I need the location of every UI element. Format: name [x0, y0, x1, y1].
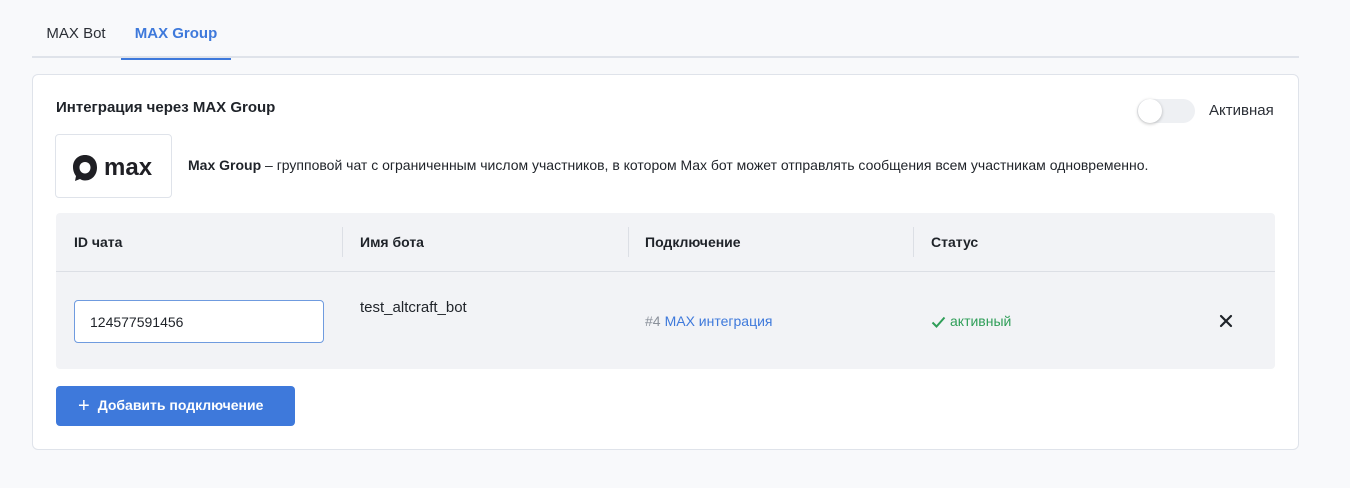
- max-logo-icon: max: [73, 154, 153, 181]
- check-icon: [931, 316, 946, 328]
- table-header: ID чата Имя бота Подключение Статус: [56, 213, 1275, 272]
- card-title: Интеграция через MAX Group: [56, 99, 276, 116]
- active-toggle-label: Активная: [1209, 102, 1274, 119]
- plus-icon: +: [78, 394, 90, 417]
- connection-cell: #4 MAX интеграция: [645, 313, 773, 329]
- add-connection-label: Добавить подключение: [97, 396, 264, 413]
- description-text: – групповой чат с ограниченным числом уч…: [261, 157, 1149, 173]
- add-connection-button[interactable]: + Добавить подключение: [56, 386, 295, 426]
- bot-name-cell: test_altcraft_bot: [360, 299, 467, 316]
- tab-bar: MAX Bot MAX Group: [32, 0, 1299, 60]
- integration-card: Интеграция через MAX Group Активная max …: [32, 74, 1299, 450]
- status-text: активный: [950, 313, 1012, 329]
- column-header-connection: Подключение: [645, 234, 741, 250]
- description-bold: Max Group: [188, 157, 262, 173]
- connection-link[interactable]: MAX интеграция: [665, 313, 773, 329]
- tab-max-group[interactable]: MAX Group: [121, 0, 231, 60]
- chat-id-input[interactable]: [74, 300, 324, 343]
- column-header-status: Статус: [931, 234, 979, 250]
- delete-row-button[interactable]: [1219, 314, 1233, 328]
- svg-text:max: max: [104, 154, 153, 181]
- column-header-chat-id: ID чата: [74, 234, 123, 250]
- status-cell: активный: [931, 313, 1011, 329]
- toggle-knob: [1138, 99, 1162, 123]
- connections-table: ID чата Имя бота Подключение Статус test…: [56, 213, 1275, 369]
- active-toggle[interactable]: [1137, 99, 1195, 123]
- column-header-bot-name: Имя бота: [360, 234, 424, 250]
- tab-max-bot[interactable]: MAX Bot: [32, 0, 120, 58]
- integration-description: Max Group – групповой чат с ограниченным…: [188, 157, 1148, 173]
- connection-number: #4: [645, 313, 661, 329]
- close-icon: [1219, 314, 1233, 328]
- max-logo: max: [55, 134, 172, 198]
